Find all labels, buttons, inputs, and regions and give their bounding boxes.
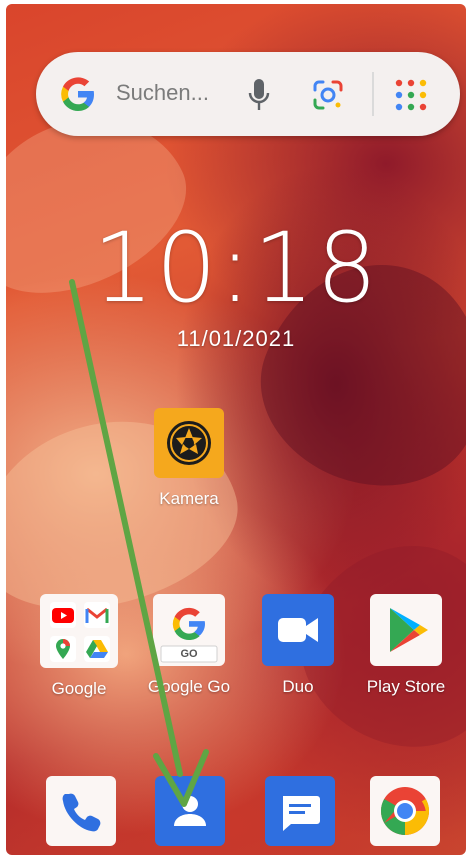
annotation-arrow xyxy=(69,279,209,807)
home-screen: Suchen... 10:18 11/01/2021 Kamera Google… xyxy=(6,4,466,855)
